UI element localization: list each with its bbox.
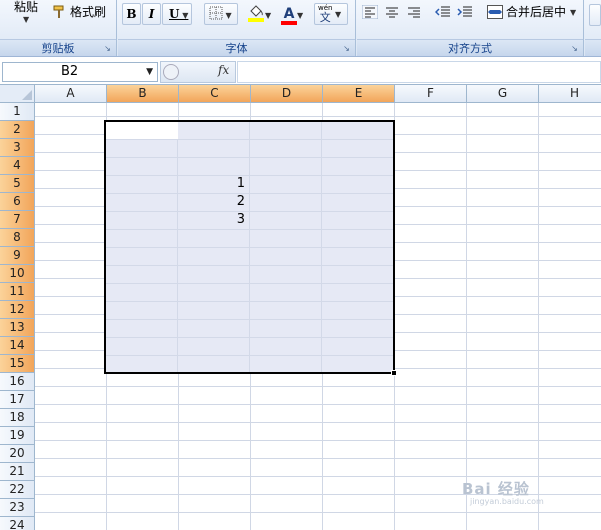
select-all-icon xyxy=(22,90,32,100)
row-header-16[interactable]: 16 xyxy=(0,373,35,391)
row-header-14[interactable]: 14 xyxy=(0,337,35,355)
row-header-17[interactable]: 17 xyxy=(0,391,35,409)
phonetic-char: 文 xyxy=(319,11,331,24)
next-group-edge xyxy=(585,0,601,56)
italic-button[interactable]: I xyxy=(142,3,161,25)
column-header-f[interactable]: F xyxy=(395,85,467,103)
underline-label: U xyxy=(169,7,180,21)
phonetic-dropdown-icon[interactable]: ▼ xyxy=(332,10,341,19)
row-header-19[interactable]: 19 xyxy=(0,427,35,445)
column-header-c[interactable]: C xyxy=(179,85,251,103)
underline-button[interactable]: U ▼ xyxy=(162,3,192,25)
insert-function-button[interactable]: fx xyxy=(218,63,229,77)
column-header-g[interactable]: G xyxy=(467,85,539,103)
name-box-dropdown-icon[interactable]: ▼ xyxy=(146,63,153,81)
font-color-letter: A xyxy=(281,7,297,25)
format-painter-icon[interactable] xyxy=(53,5,67,19)
align-right-icon[interactable] xyxy=(406,5,422,19)
row-header-8[interactable]: 8 xyxy=(0,229,35,247)
row-header-24[interactable]: 24 xyxy=(0,517,35,530)
row-header-5[interactable]: 5 xyxy=(0,175,35,193)
row-header-6[interactable]: 6 xyxy=(0,193,35,211)
decrease-indent-icon[interactable] xyxy=(435,5,451,19)
clipboard-group: 粘贴 ▼ 格式刷 剪贴板 ↘ xyxy=(0,0,117,56)
row-header-15[interactable]: 15 xyxy=(0,355,35,373)
name-box-value: B2 xyxy=(61,64,79,79)
row-header-20[interactable]: 20 xyxy=(0,445,35,463)
font-group: B I U ▼ ▼ ▼ A ▼ wén 文 ▼ 字体 ↘ xyxy=(118,0,356,56)
row-header-12[interactable]: 12 xyxy=(0,301,35,319)
align-center-icon[interactable] xyxy=(384,5,400,19)
column-header-d[interactable]: D xyxy=(251,85,323,103)
column-header-b[interactable]: B xyxy=(107,85,179,103)
border-button[interactable]: ▼ xyxy=(204,3,238,25)
truncated-ribbon-button[interactable] xyxy=(589,4,601,26)
formula-bar: B2 ▼ fx xyxy=(0,58,601,85)
fill-handle[interactable] xyxy=(391,370,397,376)
next-group-label xyxy=(585,39,601,56)
watermark: Bai 经验 xyxy=(462,480,530,498)
clipboard-group-label: 剪贴板 xyxy=(0,39,116,56)
merge-center-icon[interactable] xyxy=(487,5,503,19)
row-header-7[interactable]: 7 xyxy=(0,211,35,229)
format-painter-button[interactable]: 格式刷 xyxy=(70,4,106,20)
formula-tools: fx xyxy=(160,61,236,83)
fill-color-button[interactable]: ▼ xyxy=(244,3,276,25)
alignment-group: 合并后居中 ▼ 对齐方式 ↘ xyxy=(357,0,584,56)
row-header-11[interactable]: 11 xyxy=(0,283,35,301)
cell-c6[interactable]: 2 xyxy=(179,193,245,211)
column-header-a[interactable]: A xyxy=(35,85,107,103)
font-launcher-icon[interactable]: ↘ xyxy=(342,44,351,53)
row-header-10[interactable]: 10 xyxy=(0,265,35,283)
fill-bucket-icon xyxy=(248,5,264,22)
clipboard-launcher-icon[interactable]: ↘ xyxy=(103,44,112,53)
merge-center-button[interactable]: 合并后居中 xyxy=(506,4,566,20)
selection-border xyxy=(104,120,395,374)
name-box[interactable]: B2 ▼ xyxy=(2,62,158,82)
merge-center-dropdown-icon[interactable]: ▼ xyxy=(570,8,576,17)
font-group-label: 字体 xyxy=(118,39,355,56)
cell-c5[interactable]: 1 xyxy=(179,175,245,193)
formula-bar-resize-icon[interactable] xyxy=(163,64,179,80)
align-left-icon[interactable] xyxy=(362,5,378,19)
bold-button[interactable]: B xyxy=(122,3,141,25)
row-header-13[interactable]: 13 xyxy=(0,319,35,337)
row-header-18[interactable]: 18 xyxy=(0,409,35,427)
alignment-launcher-icon[interactable]: ↘ xyxy=(570,44,579,53)
ribbon: 粘贴 ▼ 格式刷 剪贴板 ↘ B I U ▼ ▼ ▼ A ▼ wén 文 ▼ 字… xyxy=(0,0,601,57)
phonetic-button[interactable]: wén 文 ▼ xyxy=(314,3,348,25)
alignment-group-label: 对齐方式 xyxy=(357,39,583,56)
formula-input[interactable] xyxy=(237,61,601,83)
row-header-2[interactable]: 2 xyxy=(0,121,35,139)
row-header-23[interactable]: 23 xyxy=(0,499,35,517)
border-dropdown-icon[interactable]: ▼ xyxy=(223,11,232,20)
increase-indent-icon[interactable] xyxy=(457,5,473,19)
row-header-4[interactable]: 4 xyxy=(0,157,35,175)
column-header-h[interactable]: H xyxy=(539,85,601,103)
border-icon xyxy=(209,6,223,20)
row-header-1[interactable]: 1 xyxy=(0,103,35,121)
select-all-button[interactable] xyxy=(0,85,35,103)
row-header-22[interactable]: 22 xyxy=(0,481,35,499)
paste-dropdown-icon[interactable]: ▼ xyxy=(23,15,29,24)
column-header-e[interactable]: E xyxy=(323,85,395,103)
underline-dropdown-icon[interactable]: ▼ xyxy=(179,10,188,20)
paste-button[interactable]: 粘贴 xyxy=(14,0,38,15)
row-header-3[interactable]: 3 xyxy=(0,139,35,157)
watermark-url: jingyan.baidu.com xyxy=(470,497,544,506)
font-color-dropdown-icon[interactable]: ▼ xyxy=(297,11,303,20)
fill-color-dropdown-icon[interactable]: ▼ xyxy=(265,11,271,20)
font-color-button[interactable]: A ▼ xyxy=(278,3,310,25)
cell-c7[interactable]: 3 xyxy=(179,211,245,229)
row-header-9[interactable]: 9 xyxy=(0,247,35,265)
row-header-21[interactable]: 21 xyxy=(0,463,35,481)
